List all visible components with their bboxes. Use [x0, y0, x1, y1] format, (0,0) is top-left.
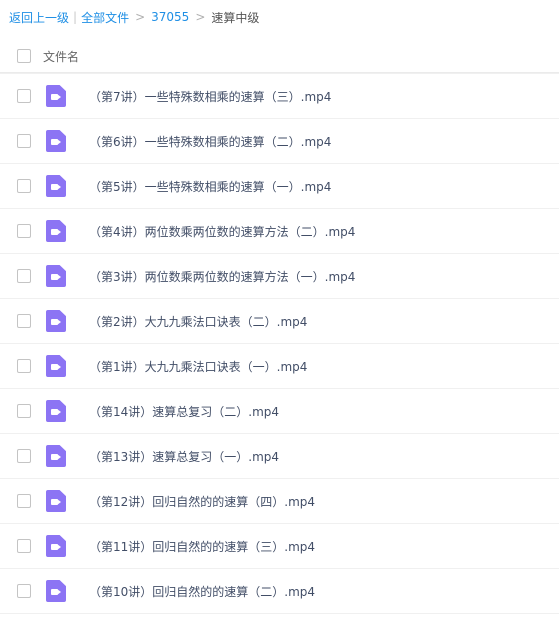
- current-folder: 速算中级: [211, 10, 260, 25]
- file-browser: 返回上一级 | 全部文件 > 37055 > 速算中级 文件名 （第8讲）一些特…: [0, 0, 559, 630]
- file-row[interactable]: （第2讲）大九九乘法口诀表（二）.mp4: [0, 299, 559, 344]
- video-file-icon: [46, 85, 66, 107]
- row-checkbox[interactable]: [17, 584, 31, 598]
- row-checkbox[interactable]: [17, 539, 31, 553]
- video-file-icon: [46, 265, 66, 287]
- file-row[interactable]: （第4讲）两位数乘两位数的速算方法（二）.mp4: [0, 209, 559, 254]
- file-name[interactable]: （第6讲）一些特殊数相乘的速算（二）.mp4: [89, 133, 331, 150]
- file-name[interactable]: （第14讲）速算总复习（二）.mp4: [89, 403, 279, 420]
- row-checkbox[interactable]: [17, 449, 31, 463]
- file-list-content: （第8讲）一些特殊数相乘的速算（四）.mp4 （第7讲）一些特殊数相乘的速算（三…: [0, 73, 559, 614]
- list-header: 文件名: [0, 40, 559, 72]
- video-file-icon: [46, 490, 66, 512]
- video-file-icon: [46, 130, 66, 152]
- all-files-link[interactable]: 全部文件: [81, 9, 129, 26]
- row-checkbox[interactable]: [17, 494, 31, 508]
- file-row[interactable]: （第7讲）一些特殊数相乘的速算（三）.mp4: [0, 74, 559, 119]
- file-row[interactable]: （第11讲）回归自然的的速算（三）.mp4: [0, 524, 559, 569]
- filename-column-header[interactable]: 文件名: [43, 48, 79, 65]
- file-row[interactable]: （第10讲）回归自然的的速算（二）.mp4: [0, 569, 559, 614]
- breadcrumb-separator: >: [135, 10, 146, 24]
- select-all-checkbox[interactable]: [17, 49, 31, 63]
- back-link[interactable]: 返回上一级: [9, 9, 69, 26]
- breadcrumb-separator: >: [195, 10, 206, 24]
- file-list[interactable]: （第8讲）一些特殊数相乘的速算（四）.mp4 （第7讲）一些特殊数相乘的速算（三…: [0, 73, 559, 630]
- video-file-icon: [46, 580, 66, 602]
- breadcrumb-divider: |: [73, 10, 78, 24]
- row-checkbox[interactable]: [17, 224, 31, 238]
- row-checkbox[interactable]: [17, 359, 31, 373]
- file-name[interactable]: （第1讲）大九九乘法口诀表（一）.mp4: [89, 358, 307, 375]
- row-checkbox[interactable]: [17, 314, 31, 328]
- file-row[interactable]: （第13讲）速算总复习（一）.mp4: [0, 434, 559, 479]
- file-name[interactable]: （第2讲）大九九乘法口诀表（二）.mp4: [89, 313, 307, 330]
- row-checkbox[interactable]: [17, 89, 31, 103]
- file-name[interactable]: （第4讲）两位数乘两位数的速算方法（二）.mp4: [89, 223, 355, 240]
- file-row[interactable]: （第1讲）大九九乘法口诀表（一）.mp4: [0, 344, 559, 389]
- video-file-icon: [46, 220, 66, 242]
- file-name[interactable]: （第3讲）两位数乘两位数的速算方法（一）.mp4: [89, 268, 355, 285]
- file-name[interactable]: （第13讲）速算总复习（一）.mp4: [89, 448, 279, 465]
- video-file-icon: [46, 535, 66, 557]
- row-checkbox[interactable]: [17, 269, 31, 283]
- row-checkbox[interactable]: [17, 134, 31, 148]
- video-file-icon: [46, 355, 66, 377]
- file-name[interactable]: （第12讲）回归自然的的速算（四）.mp4: [89, 493, 315, 510]
- file-name[interactable]: （第7讲）一些特殊数相乘的速算（三）.mp4: [89, 88, 331, 105]
- file-row[interactable]: （第3讲）两位数乘两位数的速算方法（一）.mp4: [0, 254, 559, 299]
- video-file-icon: [46, 445, 66, 467]
- file-name[interactable]: （第10讲）回归自然的的速算（二）.mp4: [89, 583, 315, 600]
- row-checkbox[interactable]: [17, 404, 31, 418]
- file-row[interactable]: （第12讲）回归自然的的速算（四）.mp4: [0, 479, 559, 524]
- file-row[interactable]: （第14讲）速算总复习（二）.mp4: [0, 389, 559, 434]
- row-checkbox[interactable]: [17, 179, 31, 193]
- breadcrumb: 返回上一级 | 全部文件 > 37055 > 速算中级: [9, 7, 259, 27]
- video-file-icon: [46, 400, 66, 422]
- file-row[interactable]: （第6讲）一些特殊数相乘的速算（二）.mp4: [0, 119, 559, 164]
- video-file-icon: [46, 310, 66, 332]
- file-row[interactable]: （第5讲）一些特殊数相乘的速算（一）.mp4: [0, 164, 559, 209]
- video-file-icon: [46, 175, 66, 197]
- file-name[interactable]: （第11讲）回归自然的的速算（三）.mp4: [89, 538, 315, 555]
- folder-link-37055[interactable]: 37055: [151, 10, 189, 24]
- file-name[interactable]: （第5讲）一些特殊数相乘的速算（一）.mp4: [89, 178, 331, 195]
